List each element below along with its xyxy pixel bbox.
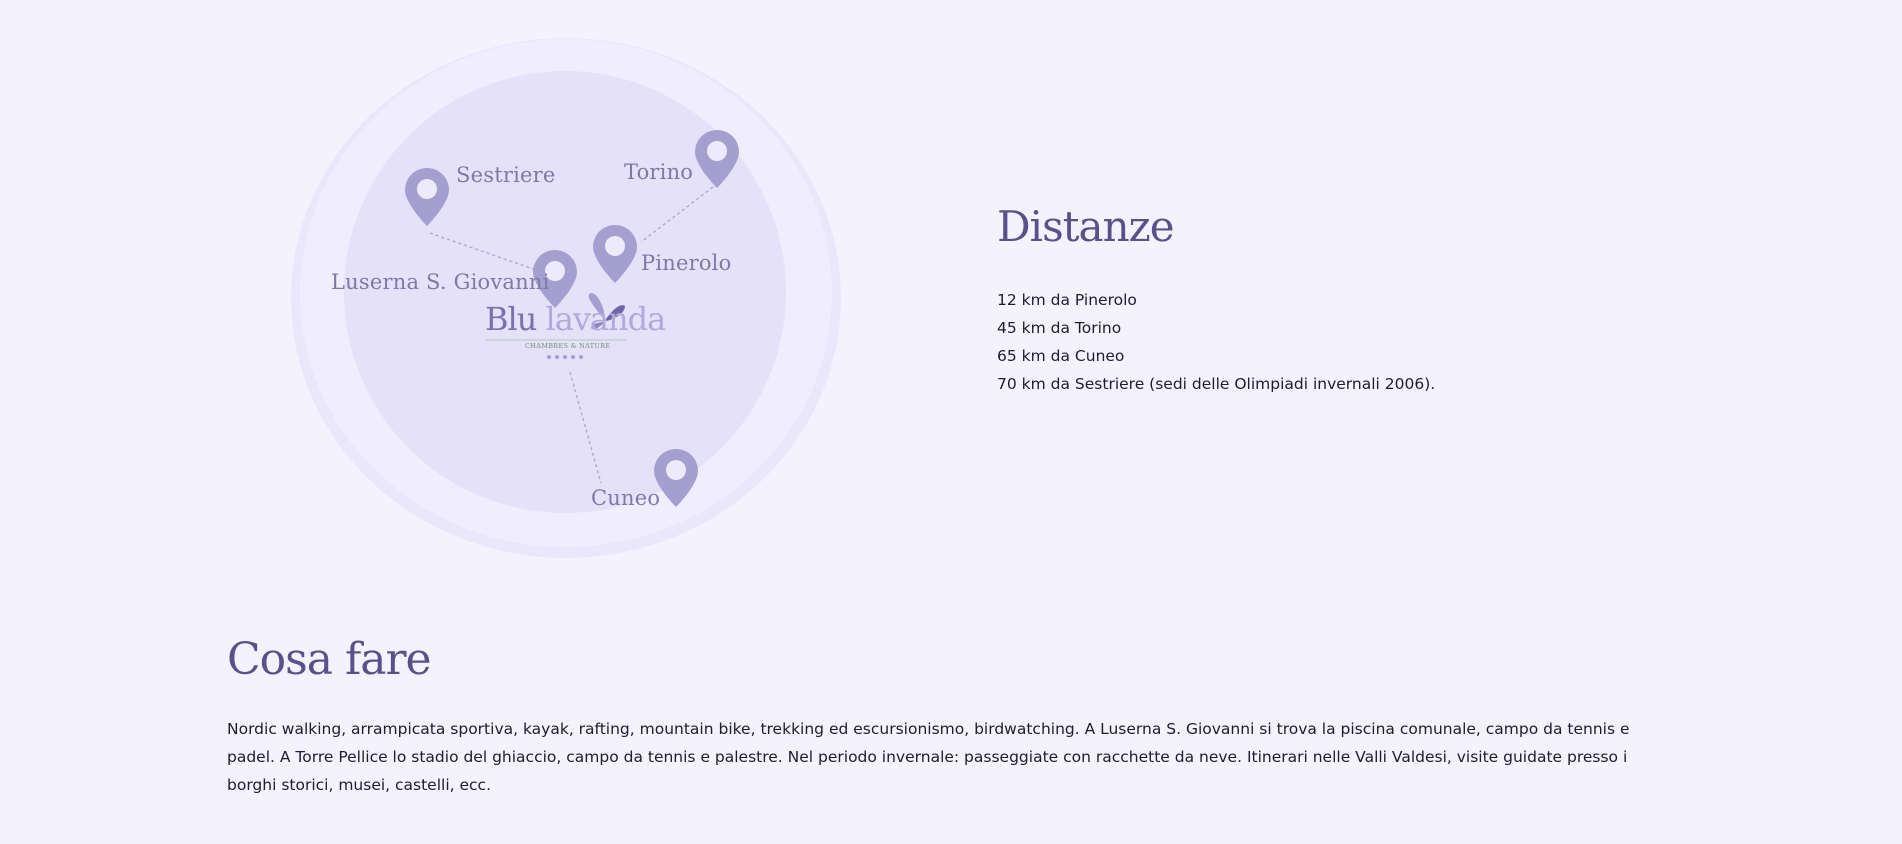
distanze-item: 70 km da Sestriere (sedi delle Olimpiadi…: [997, 375, 1436, 393]
cosa-fare-title: Cosa fare: [227, 634, 432, 685]
distanze-item: 12 km da Pinerolo: [997, 291, 1137, 309]
distanze-item: 65 km da Cuneo: [997, 347, 1125, 365]
distanze-list: 12 km da Pinerolo 45 km da Torino 65 km …: [997, 286, 1435, 398]
logo-tagline: CHAMBRES & NATURE: [525, 342, 611, 350]
map-label-luserna: Luserna S. Giovanni: [331, 270, 550, 294]
location-map: Sestriere Torino Pinerolo Luserna S. Gio…: [285, 35, 845, 565]
logo-blu: Blu: [485, 300, 537, 338]
logo-lavanda: lavanda: [545, 300, 667, 338]
map-label-sestriere: Sestriere: [456, 163, 556, 187]
map-label-cuneo: Cuneo: [591, 486, 661, 510]
distanze-item: 45 km da Torino: [997, 319, 1122, 337]
map-label-pinerolo: Pinerolo: [641, 251, 732, 275]
distanze-title: Distanze: [997, 202, 1175, 251]
cosa-fare-text: Nordic walking, arrampicata sportiva, ka…: [227, 720, 1630, 794]
map-label-torino: Torino: [624, 160, 694, 184]
logo: Blu lavanda: [485, 300, 667, 338]
